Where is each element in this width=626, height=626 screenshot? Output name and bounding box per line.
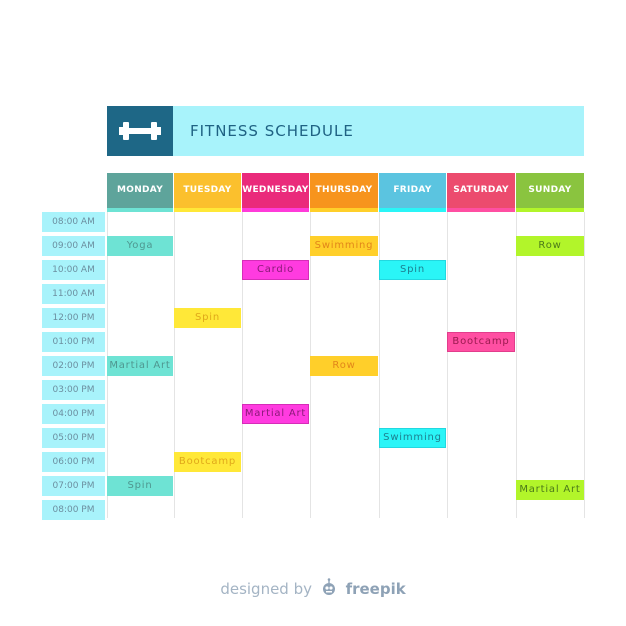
time-slot-label: 10:00 AM <box>42 260 105 280</box>
day-header-accent-strip <box>447 208 515 212</box>
day-label: FRIDAY <box>393 185 432 195</box>
schedule-entry[interactable]: Cardio <box>242 260 309 280</box>
time-slot-label: 02:00 PM <box>42 356 105 376</box>
footer-credit: designed by freepik <box>0 578 626 600</box>
schedule-entry[interactable]: Swimming <box>310 236 378 256</box>
time-slot-label: 04:00 PM <box>42 404 105 424</box>
time-slot-label: 08:00 AM <box>42 212 105 232</box>
day-header-thursday: THURSDAY <box>310 173 378 212</box>
schedule-entry[interactable]: Row <box>516 236 584 256</box>
schedule-entry[interactable]: Yoga <box>107 236 173 256</box>
freepik-logo-icon <box>320 578 338 600</box>
day-header-accent-strip <box>242 208 309 212</box>
day-header-accent-strip <box>310 208 378 212</box>
footer-brand[interactable]: freepik <box>346 580 406 598</box>
time-slot-label: 03:00 PM <box>42 380 105 400</box>
logo-box <box>107 106 173 156</box>
day-label: SATURDAY <box>453 185 509 195</box>
dumbbell-icon <box>119 122 161 140</box>
day-header-wednesday: WEDNESDAY <box>242 173 309 212</box>
day-label: MONDAY <box>116 185 164 195</box>
day-header-tuesday: TUESDAY <box>174 173 241 212</box>
grid-column-divider <box>447 212 448 518</box>
schedule-entry[interactable]: Martial Art <box>516 480 584 500</box>
time-slot-label: 11:00 AM <box>42 284 105 304</box>
day-label: THURSDAY <box>315 185 373 195</box>
time-slot-label: 05:00 PM <box>42 428 105 448</box>
grid-column-divider <box>174 212 175 518</box>
day-label: WEDNESDAY <box>242 185 309 195</box>
day-header-friday: FRIDAY <box>379 173 446 212</box>
schedule-entry[interactable]: Row <box>310 356 378 376</box>
page-title: FITNESS SCHEDULE <box>190 122 354 140</box>
schedule-entry[interactable]: Bootcamp <box>174 452 241 472</box>
day-header-monday: MONDAY <box>107 173 173 212</box>
schedule-entry[interactable]: Swimming <box>379 428 446 448</box>
day-header-accent-strip <box>107 208 173 212</box>
time-slot-label: 08:00 PM <box>42 500 105 520</box>
schedule-entry[interactable]: Martial Art <box>107 356 173 376</box>
day-header-accent-strip <box>174 208 241 212</box>
schedule-entry[interactable]: Martial Art <box>242 404 309 424</box>
footer-prefix: designed by <box>220 580 312 598</box>
schedule-entry[interactable]: Bootcamp <box>447 332 515 352</box>
day-header-sunday: SUNDAY <box>516 173 584 212</box>
grid-column-divider <box>379 212 380 518</box>
grid-column-divider <box>516 212 517 518</box>
day-label: SUNDAY <box>528 185 572 195</box>
schedule-entry[interactable]: Spin <box>174 308 241 328</box>
day-label: TUESDAY <box>183 185 232 195</box>
day-header-saturday: SATURDAY <box>447 173 515 212</box>
time-slot-label: 07:00 PM <box>42 476 105 496</box>
schedule-entry[interactable]: Spin <box>107 476 173 496</box>
day-header-accent-strip <box>379 208 446 212</box>
grid-column-divider <box>584 212 585 518</box>
grid-column-divider <box>242 212 243 518</box>
time-slot-label: 09:00 AM <box>42 236 105 256</box>
schedule-entry[interactable]: Spin <box>379 260 446 280</box>
time-slot-label: 06:00 PM <box>42 452 105 472</box>
title-band: FITNESS SCHEDULE <box>107 106 584 156</box>
time-slot-label: 01:00 PM <box>42 332 105 352</box>
time-slot-label: 12:00 PM <box>42 308 105 328</box>
day-header-accent-strip <box>516 208 584 212</box>
